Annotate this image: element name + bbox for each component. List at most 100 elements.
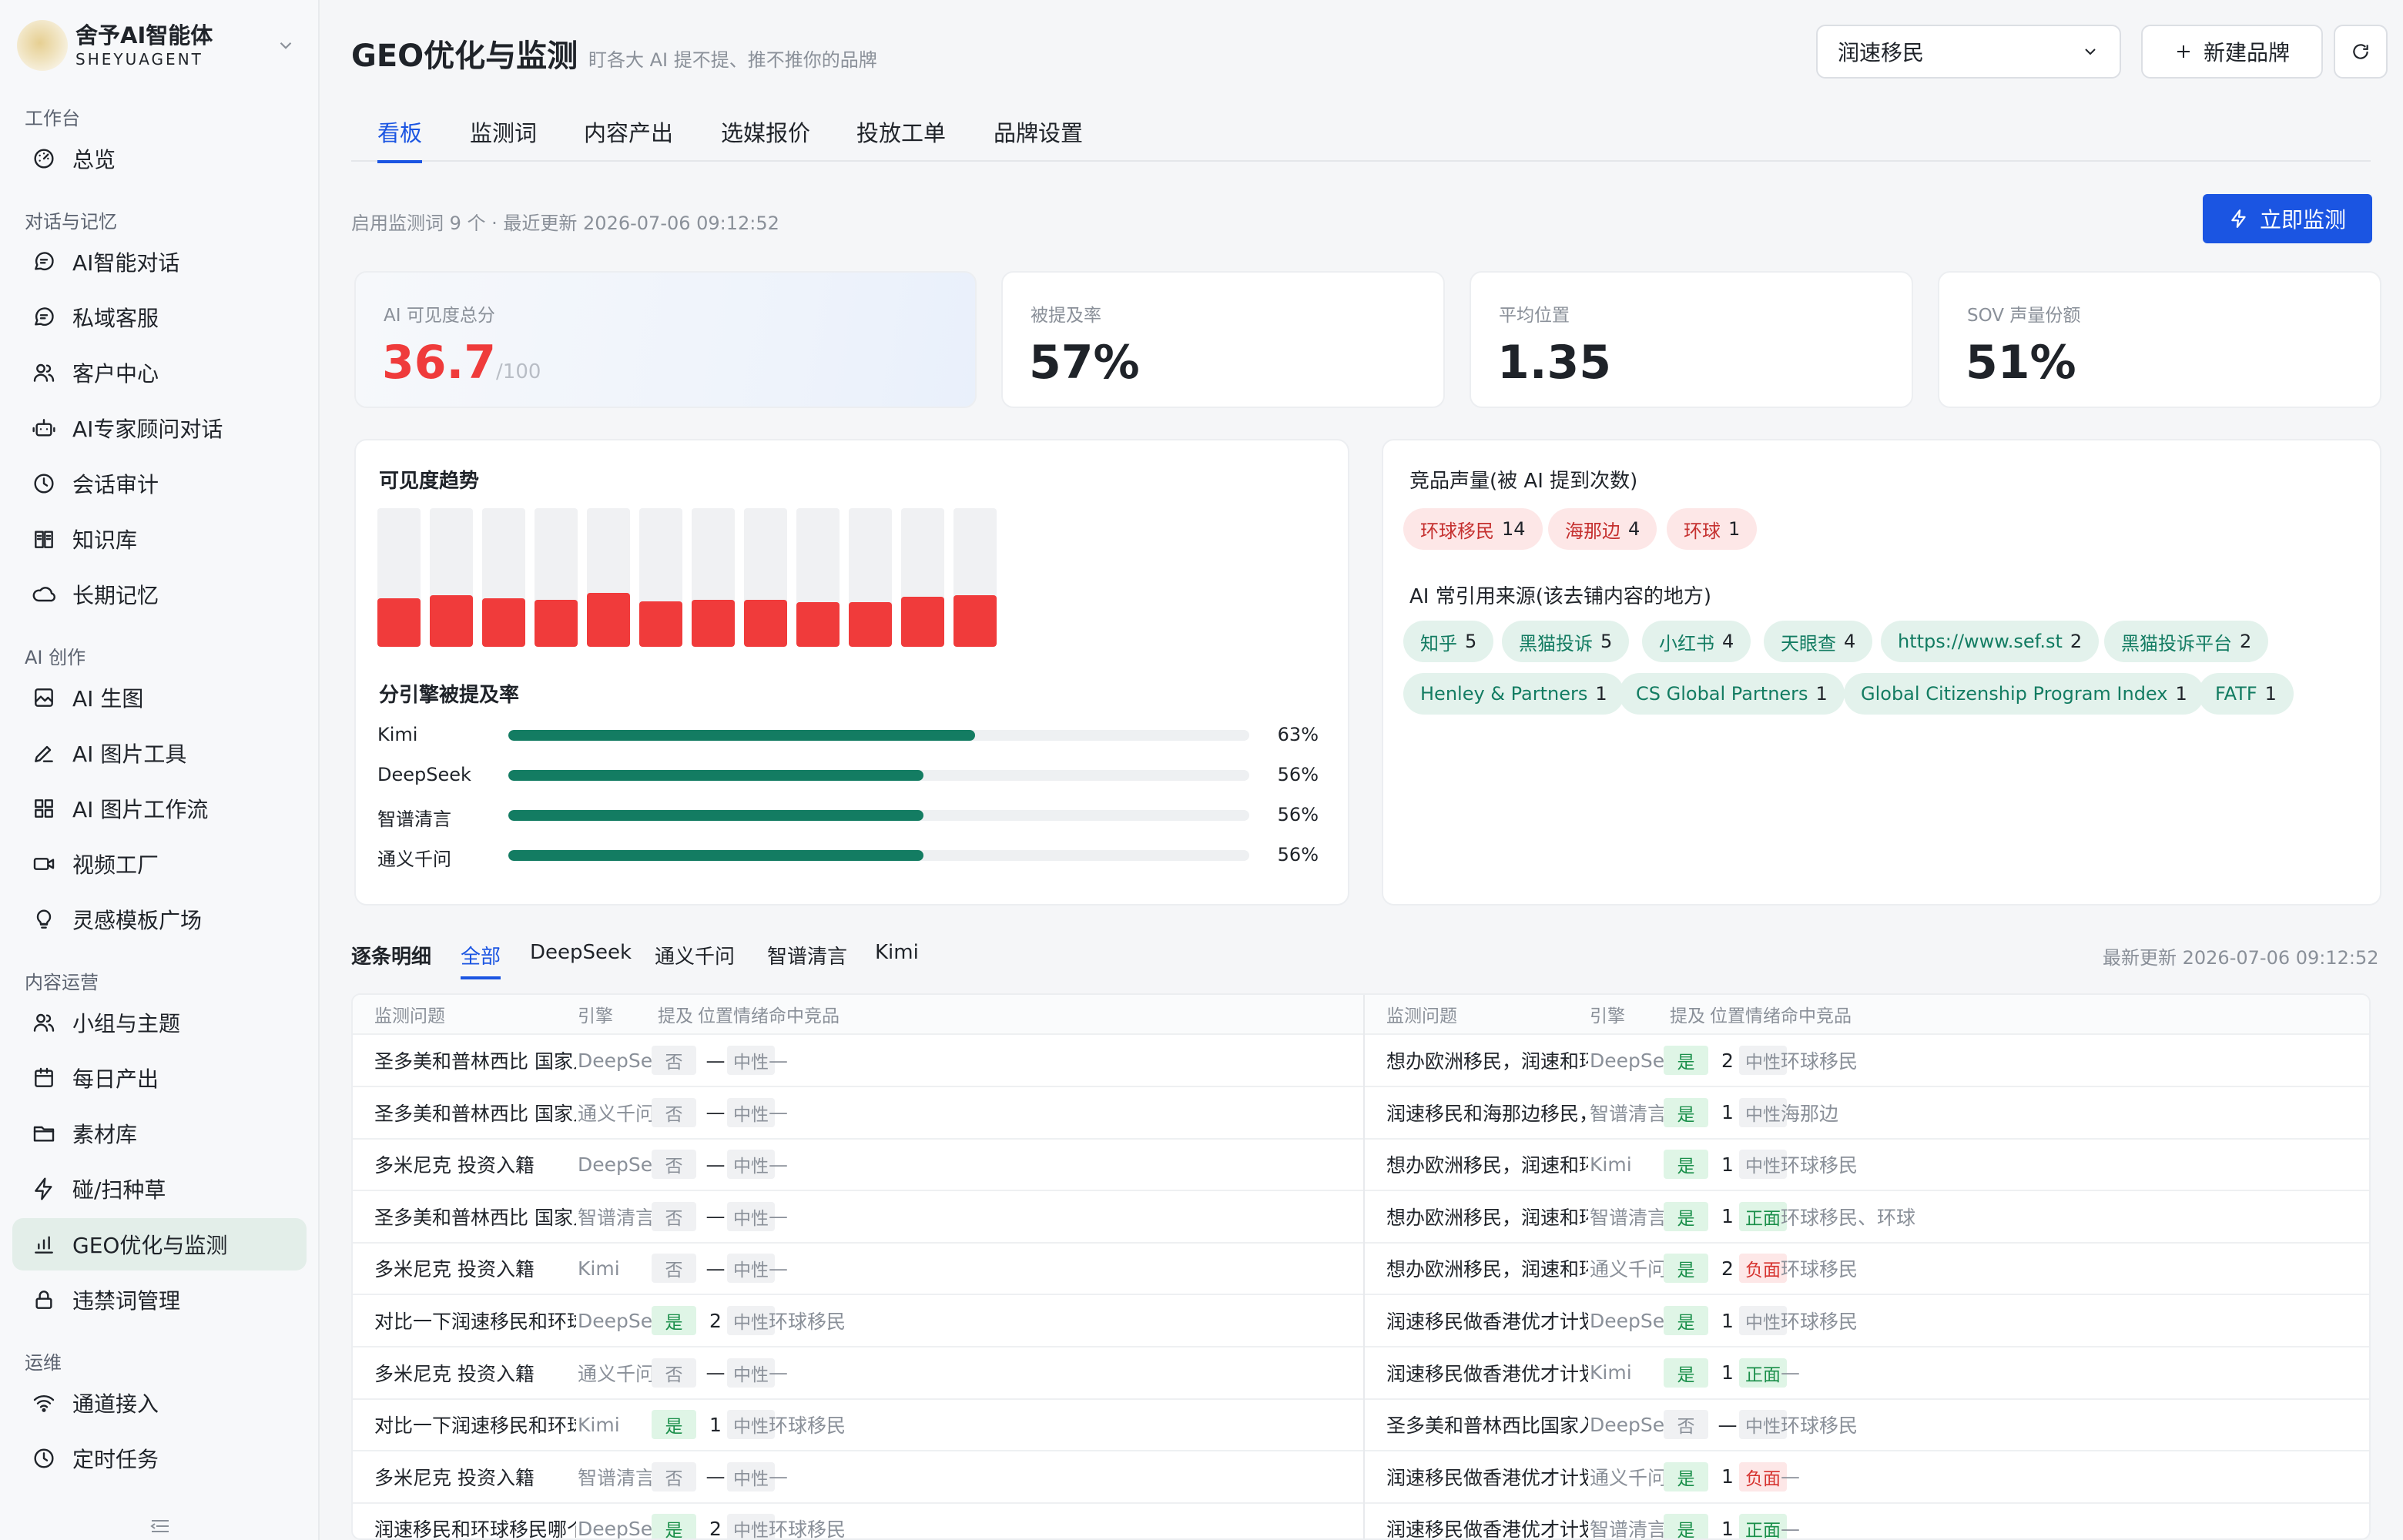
column-header: 情绪 <box>1745 1006 1781 1026</box>
source-chip[interactable]: FATF 1 <box>2198 673 2294 715</box>
sentiment-badge: 正面 <box>1739 1514 1787 1538</box>
sidebar-item-1-3[interactable]: AI专家顾问对话 <box>12 402 307 454</box>
brand-select[interactable]: 润速移民 <box>1816 25 2121 79</box>
sidebar-item-3-0[interactable]: 小组与主题 <box>12 996 307 1049</box>
table-row[interactable]: 想办欧洲移民，润速和环球哪个更专业?Kimi是1中性环球移民 <box>1365 1139 2369 1192</box>
sidebar-item-0-0[interactable]: 总览 <box>12 132 307 185</box>
table-row[interactable]: 想办欧洲移民，润速和环球哪个更专业?智谱清言是1正面环球移民、环球 <box>1365 1191 2369 1244</box>
table-row[interactable]: 多米尼克 投资入籍 Kimi 否 — 中性 — <box>353 1243 1363 1296</box>
tab-5[interactable]: 品牌设置 <box>994 116 1083 162</box>
column-header: 引擎 <box>578 1006 613 1026</box>
competitor-chip[interactable]: 环球移民 14 <box>1403 508 1543 550</box>
sidebar-item-4-0[interactable]: 通道接入 <box>12 1377 307 1429</box>
sidebar-item-2-0[interactable]: AI 生图 <box>12 671 307 724</box>
folder-icon <box>31 1120 57 1147</box>
source-chip[interactable]: https://www.sef.st 2 <box>1881 621 2100 662</box>
brand-switcher[interactable]: 舍予AI智能体 SHEYUAGENT <box>17 15 302 75</box>
table-row[interactable]: 润速移民做香港优才计划怎么样?Kimi是1正面— <box>1365 1348 2369 1400</box>
details-tab-2[interactable]: 通义千问 <box>655 941 735 972</box>
cell-competitor: — <box>769 1153 788 1176</box>
sidebar-item-2-2[interactable]: AI 图片工作流 <box>12 782 307 835</box>
engine-row: 智谱清言 56% <box>377 799 1319 830</box>
trend-bar-fill <box>482 598 525 647</box>
cell-sentiment: 中性 <box>1739 1399 1787 1450</box>
tab-4[interactable]: 投放工单 <box>856 116 946 162</box>
source-chip[interactable]: 黑猫投诉平台 2 <box>2104 621 2269 662</box>
table-row[interactable]: 圣多美和普林西比 国家入籍项目DeepSeek否—中性— <box>353 1035 1363 1087</box>
sidebar-item-3-4[interactable]: GEO优化与监测 <box>12 1218 307 1270</box>
monitor-now-button[interactable]: 立即监测 <box>2203 194 2372 243</box>
chip-count: 4 <box>1844 631 1856 652</box>
new-brand-button[interactable]: 新建品牌 <box>2141 25 2323 79</box>
cell-sentiment: 正面 <box>1739 1503 1787 1538</box>
details-tab-4[interactable]: Kimi <box>875 941 919 972</box>
source-chip[interactable]: Global Citizenship Program Index 1 <box>1844 673 2204 715</box>
table-header: 监测问题 引擎 提及 位置 情绪 命中竞品 <box>1365 995 2369 1035</box>
cloud-icon <box>31 581 57 608</box>
chip-count: 4 <box>1722 631 1734 652</box>
sidebar-item-1-6[interactable]: 长期记忆 <box>12 568 307 621</box>
table-row[interactable]: 润速移民做香港优才计划怎么样?DeepSeek是1中性环球移民 <box>1365 1295 2369 1348</box>
source-chip[interactable]: 黑猫投诉 5 <box>1502 621 1630 662</box>
sidebar-item-3-5[interactable]: 违禁词管理 <box>12 1274 307 1326</box>
source-chip[interactable]: Henley & Partners 1 <box>1403 673 1624 715</box>
table-row[interactable]: 圣多美和普林西比 国家入籍项目通义千问否—中性— <box>353 1087 1363 1140</box>
table-row[interactable]: 多米尼克 投资入籍 通义千问否 — 中性 — <box>353 1348 1363 1400</box>
source-chip[interactable]: CS Global Partners 1 <box>1619 673 1845 715</box>
sidebar-item-1-4[interactable]: 会话审计 <box>12 457 307 510</box>
sidebar-item-1-0[interactable]: AI智能对话 <box>12 236 307 288</box>
table-row[interactable]: 想办欧洲移民，润速和环球哪个更专业?通义千问是2负面环球移民 <box>1365 1243 2369 1296</box>
cell-competitor: — <box>769 1465 788 1488</box>
refresh-button[interactable] <box>2334 25 2388 79</box>
competitor-panel <box>1382 439 2381 906</box>
table-row[interactable]: 润速移民和环球移民哪个好?DeepSeek是2中性环球移民 <box>353 1503 1363 1538</box>
table-row[interactable]: 对比一下润速移民和环球移民，哪家成功率…DeepSeek是2中性环球移民 <box>353 1295 1363 1348</box>
details-tab-1[interactable]: DeepSeek <box>530 941 632 972</box>
details-tab-3[interactable]: 智谱清言 <box>767 941 847 972</box>
cell-question: 多米尼克 投资入籍 <box>374 1466 535 1489</box>
engine-name: Kimi <box>377 724 418 745</box>
competitor-chip[interactable]: 海那边 4 <box>1548 508 1657 550</box>
table-row[interactable]: 润速移民和海那边移民，选哪个?智谱清言是1中性海那边 <box>1365 1087 2369 1140</box>
table-row[interactable]: 多米尼克 投资入籍 DeepSeek 否 — 中性 — <box>353 1139 1363 1192</box>
table-row[interactable]: 多米尼克 投资入籍 智谱清言否 — 中性 — <box>353 1451 1363 1504</box>
sidebar-section-label: 工作台 <box>25 108 80 129</box>
chip-name: Henley & Partners <box>1420 683 1588 705</box>
table-row[interactable]: 润速移民做香港优才计划怎么样?智谱清言是1正面— <box>1365 1503 2369 1538</box>
sidebar-item-label: 素材库 <box>72 1122 138 1147</box>
cell-mention: 是 <box>1664 1035 1708 1086</box>
cell-competitor: — <box>769 1205 788 1228</box>
sidebar-item-3-3[interactable]: 碰/扫种草 <box>12 1163 307 1215</box>
sidebar-item-1-2[interactable]: 客户中心 <box>12 346 307 399</box>
sidebar-item-2-1[interactable]: AI 图片工具 <box>12 727 307 779</box>
collapse-sidebar-button[interactable] <box>0 1512 320 1540</box>
chip-count: 14 <box>1502 518 1526 540</box>
sidebar-item-1-5[interactable]: 知识库 <box>12 513 307 565</box>
sidebar-item-2-3[interactable]: 视频工厂 <box>12 838 307 890</box>
sidebar-item-3-1[interactable]: 每日产出 <box>12 1052 307 1104</box>
chip-count: 2 <box>2240 631 2252 652</box>
refresh-icon <box>2353 44 2368 59</box>
source-chip[interactable]: 小红书 4 <box>1642 621 1751 662</box>
chip-name: 海那边 <box>1565 520 1620 542</box>
mention-badge: 是 <box>652 1306 696 1335</box>
table-row[interactable]: 圣多美和普林西比国家入籍项目中介推荐一…DeepSeek否—中性环球移民 <box>1365 1399 2369 1452</box>
tab-0[interactable]: 看板 <box>377 116 423 163</box>
source-chip[interactable]: 知乎 5 <box>1403 621 1494 662</box>
tab-1[interactable]: 监测词 <box>470 116 537 162</box>
trend-bar <box>953 508 997 647</box>
sidebar-item-4-1[interactable]: 定时任务 <box>12 1432 307 1485</box>
table-row[interactable]: 圣多美和普林西比 国家入籍项目智谱清言否—中性— <box>353 1191 1363 1244</box>
details-tab-0[interactable]: 全部 <box>461 941 501 979</box>
source-chip[interactable]: 天眼查 4 <box>1764 621 1873 662</box>
engine-name: 智谱清言 <box>377 808 451 830</box>
sidebar-item-1-1[interactable]: 私域客服 <box>12 291 307 343</box>
table-row[interactable]: 对比一下润速移民和环球移民，哪家成功率…Kimi是1中性环球移民 <box>353 1399 1363 1452</box>
tab-3[interactable]: 选媒报价 <box>721 116 810 162</box>
sidebar-item-3-2[interactable]: 素材库 <box>12 1107 307 1160</box>
table-row[interactable]: 想办欧洲移民，润速和环球哪个更专业?DeepSeek是2中性环球移民 <box>1365 1035 2369 1087</box>
sidebar-item-2-4[interactable]: 灵感模板广场 <box>12 893 307 946</box>
competitor-chip[interactable]: 环球 1 <box>1667 508 1758 550</box>
table-row[interactable]: 润速移民做香港优才计划怎么样?通义千问是1负面— <box>1365 1451 2369 1504</box>
tab-2[interactable]: 内容产出 <box>584 116 673 162</box>
